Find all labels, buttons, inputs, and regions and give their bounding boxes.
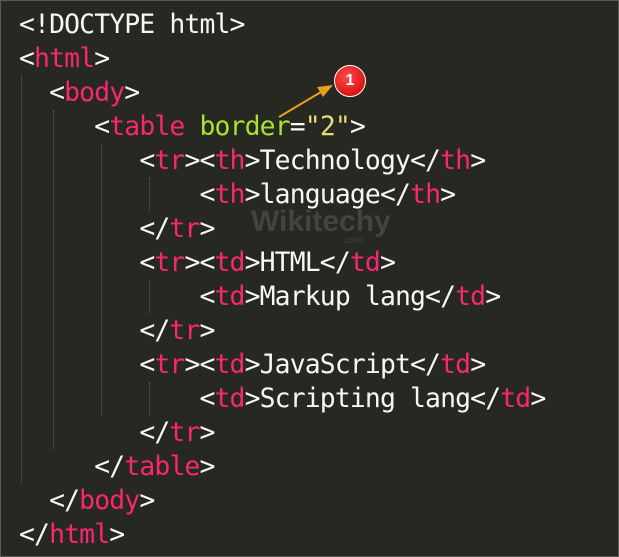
code-editor: Wikitechy .com <!DOCTYPE html> <html> <b… [0,0,619,557]
annotation-arrow [278,85,333,118]
callout-badge: 1 [334,65,366,97]
